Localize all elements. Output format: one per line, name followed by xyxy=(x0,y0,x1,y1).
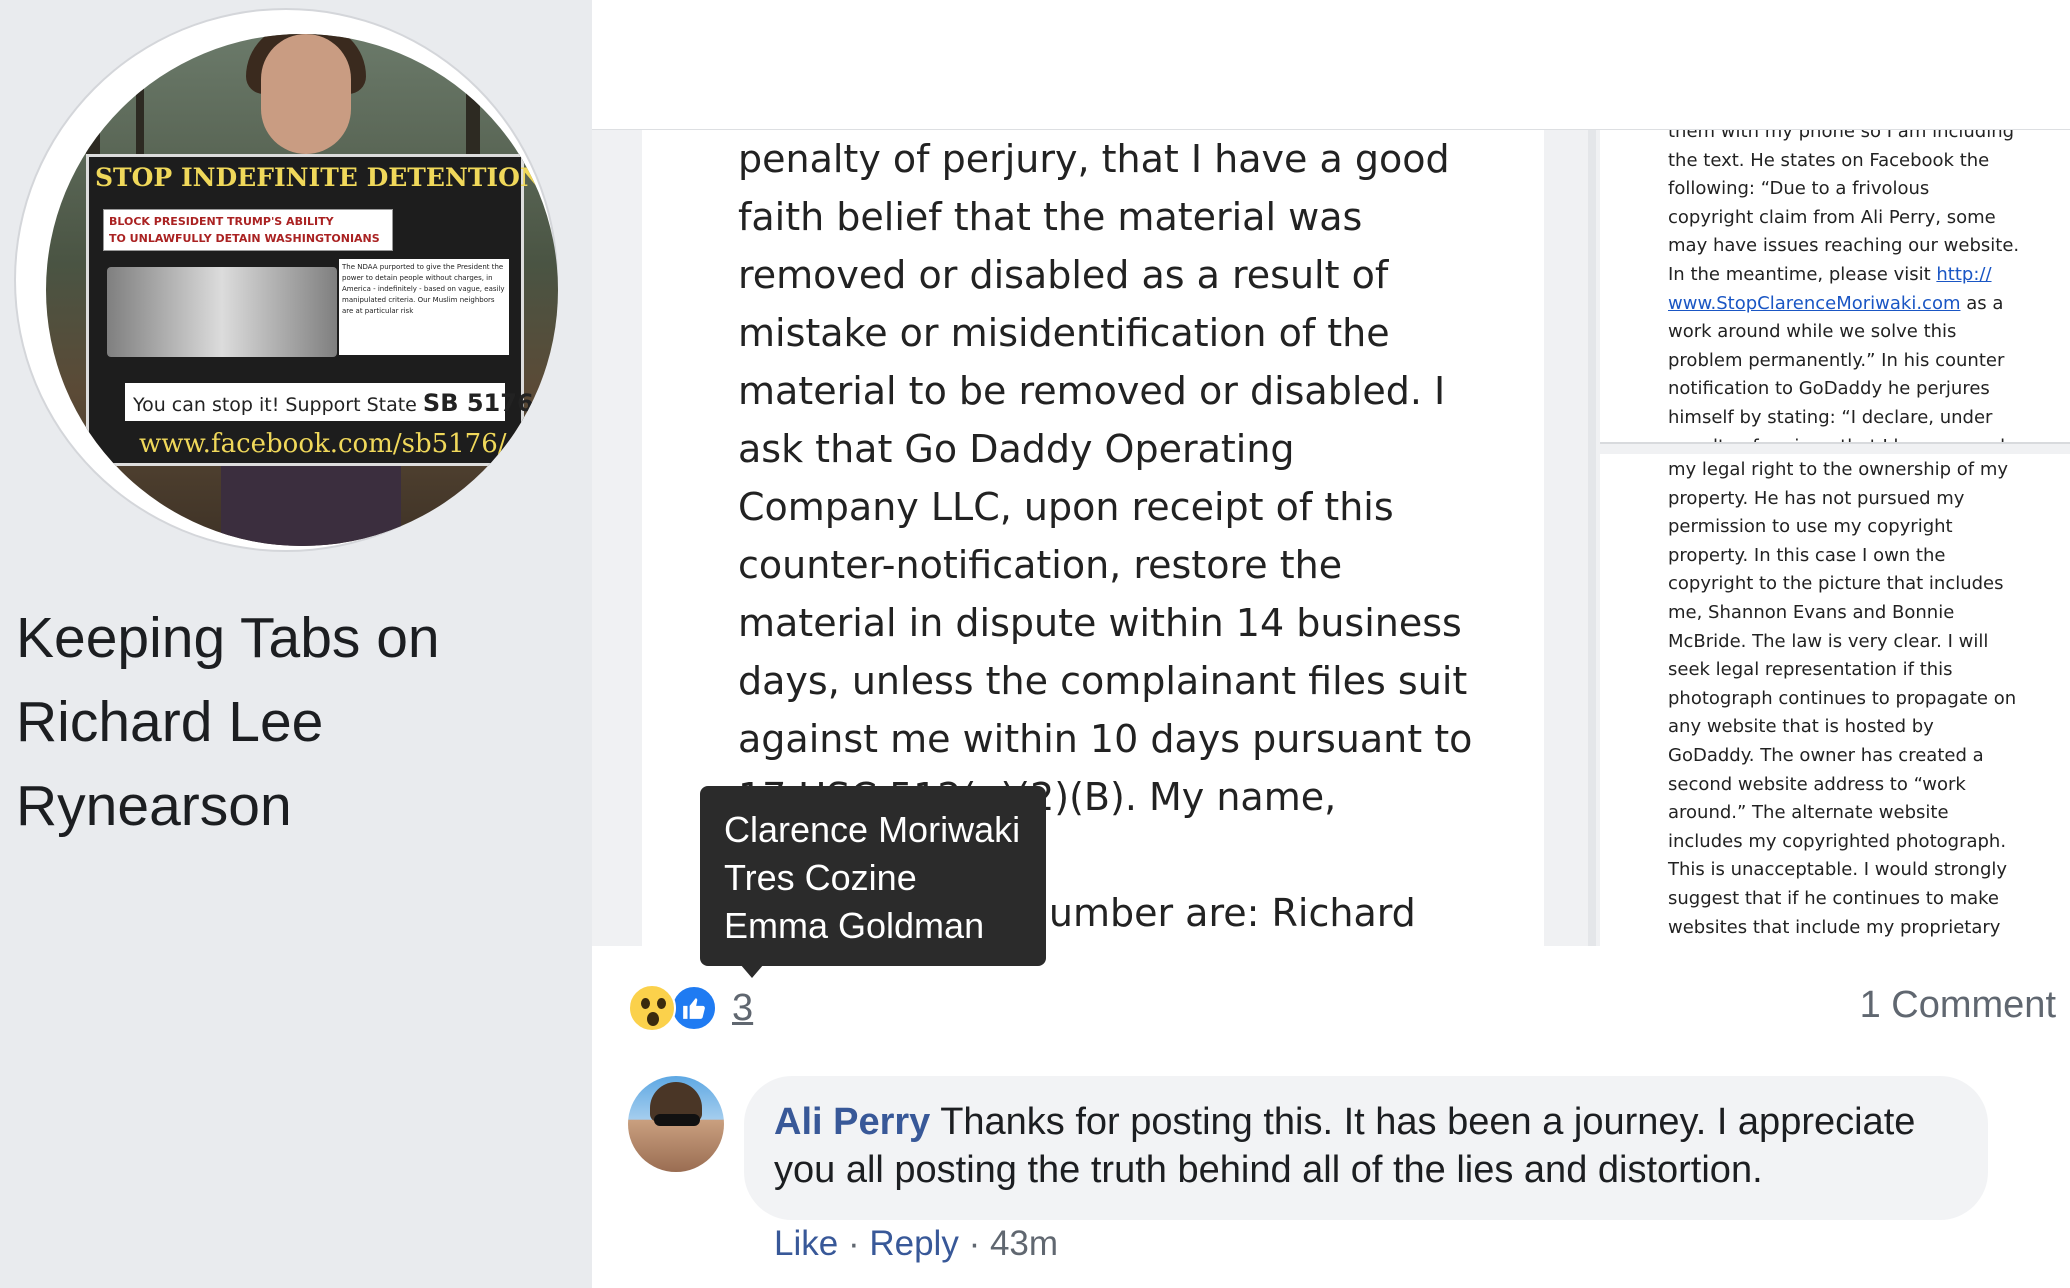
document-right-top-text: them with my phone so I am including the… xyxy=(1668,130,2020,442)
tooltip-name: Emma Goldman xyxy=(724,905,985,946)
document-line: seek legal representation if this xyxy=(1668,659,1953,681)
document-line: material in dispute within 14 business xyxy=(738,601,1462,645)
tooltip-name: Tres Cozine xyxy=(724,857,917,898)
document-line: me, Shannon Evans and Bonnie xyxy=(1668,601,1955,623)
document-line: includes my copyrighted photograph. xyxy=(1668,830,2007,852)
comment-bubble: Ali Perry Thanks for posting this. It ha… xyxy=(744,1076,1988,1220)
commenter-avatar[interactable] xyxy=(628,1076,724,1172)
document-line: ask that Go Daddy Operating xyxy=(738,427,1295,471)
reactions-bar[interactable]: 3 xyxy=(628,980,753,1036)
media-divider xyxy=(1588,130,1596,946)
document-line: copyright to the picture that includes xyxy=(1668,573,2004,595)
comment-text: Thanks for posting this. It has been a j… xyxy=(774,1101,1916,1191)
document-line: This is unacceptable. I would strongly xyxy=(1668,859,2008,881)
document-line: mistake or misidentification of the xyxy=(738,311,1390,355)
like-reaction-icon xyxy=(670,984,718,1032)
tooltip-name: Clarence Moriwaki xyxy=(724,809,1021,850)
document-line: my legal right to the ownership of my xyxy=(1668,459,2009,480)
document-line: faith belief that the material was xyxy=(738,195,1363,239)
document-line: McBride. The law is very clear. I will xyxy=(1668,630,1989,652)
reactions-tooltip: Clarence Moriwaki Tres Cozine Emma Goldm… xyxy=(700,786,1046,966)
separator: · xyxy=(968,1224,981,1263)
document-line: around.” The alternate website xyxy=(1668,802,1949,824)
document-line: suggest that if he continues to make xyxy=(1668,887,1999,909)
document-image-right-bottom[interactable]: my legal right to the ownership of my pro… xyxy=(1600,454,2070,946)
comment-author-link[interactable]: Ali Perry xyxy=(774,1101,930,1143)
document-line: days, unless the complainant files suit xyxy=(738,659,1468,703)
document-line: penalty of perjury, that I have a good xyxy=(738,137,1450,181)
document-link: www.StopClarenceMoriwaki.com xyxy=(1668,292,1961,314)
document-line: property. He has not pursued my xyxy=(1668,487,1965,509)
document-line: against me within 10 days pursuant to xyxy=(738,717,1473,761)
document-link: http:// xyxy=(1936,263,1992,285)
comment-actions: Like · Reply · 43m xyxy=(774,1224,1058,1264)
reaction-count[interactable]: 3 xyxy=(732,987,753,1030)
page-profile-picture[interactable]: STOP INDEFINITE DETENTION BLOCK PRESIDEN… xyxy=(16,10,558,550)
document-line: counter-notification, restore the xyxy=(738,543,1343,587)
tooltip-arrow xyxy=(740,964,764,978)
document-line: GoDaddy. The owner has created a xyxy=(1668,744,1984,766)
document-line: material to be removed or disabled. I xyxy=(738,369,1446,413)
document-line: second website address to “work xyxy=(1668,773,1966,795)
comment-timestamp[interactable]: 43m xyxy=(990,1224,1058,1263)
like-comment-button[interactable]: Like xyxy=(774,1224,838,1263)
document-line: Company LLC, upon receipt of this xyxy=(738,485,1394,529)
document-line: property that his access to creating xyxy=(1668,942,2028,946)
page-name[interactable]: Keeping Tabs on Richard Lee Rynearson xyxy=(16,596,556,848)
document-line: any website that is hosted by xyxy=(1668,716,1934,738)
document-right-bottom-text: my legal right to the ownership of my pro… xyxy=(1668,456,2028,946)
protest-sign: STOP INDEFINITE DETENTION BLOCK PRESIDEN… xyxy=(86,154,545,466)
post-header xyxy=(592,0,2070,130)
document-line: property. In this case I own the xyxy=(1668,544,1946,566)
document-line: photograph continues to propagate on xyxy=(1668,687,2017,709)
document-line: permission to use my copyright xyxy=(1668,516,1953,538)
reply-comment-button[interactable]: Reply xyxy=(869,1224,958,1263)
comment-count[interactable]: 1 Comment xyxy=(1860,984,2056,1027)
document-line: websites that include my proprietary xyxy=(1668,916,2001,938)
document-image-right-top[interactable]: them with my phone so I am including the… xyxy=(1600,130,2070,444)
wow-reaction-icon xyxy=(628,984,676,1032)
profile-photo: STOP INDEFINITE DETENTION BLOCK PRESIDEN… xyxy=(46,34,558,546)
page-sidebar: STOP INDEFINITE DETENTION BLOCK PRESIDEN… xyxy=(0,0,592,1288)
document-line: removed or disabled as a result of xyxy=(738,253,1389,297)
barbed-wire-image xyxy=(107,267,337,357)
separator: · xyxy=(847,1224,860,1263)
